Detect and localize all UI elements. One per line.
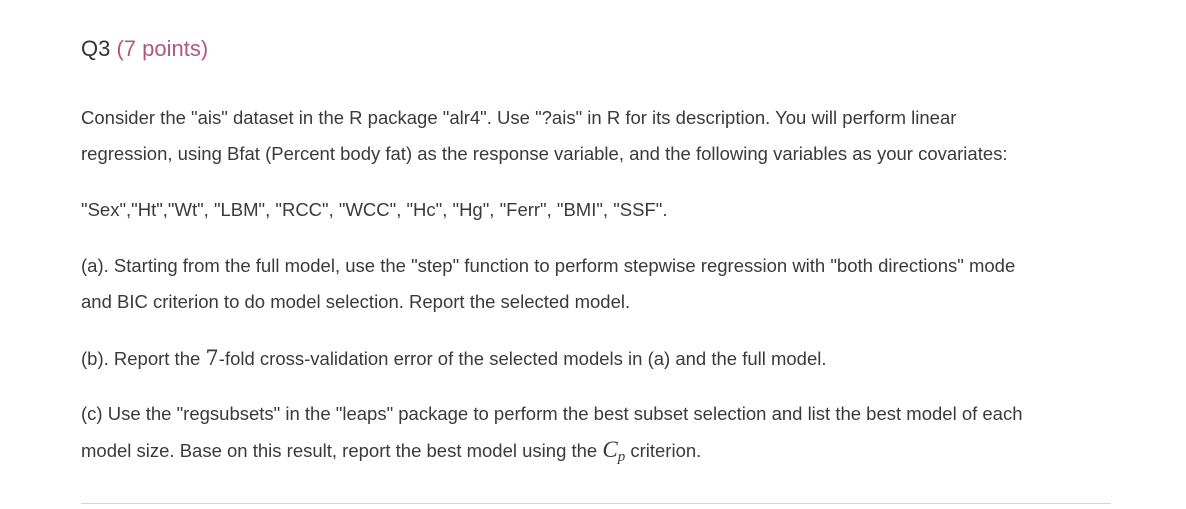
intro-line-1: Consider the "ais" dataset in the R pack… [81,107,957,128]
cp-main: C [602,437,618,462]
fold-count: 7 [205,346,219,370]
part-a-line-1: (a). Starting from the full model, use t… [81,255,1016,276]
question-heading: Q3 (7 points) [81,33,208,65]
intro-paragraph: Consider the "ais" dataset in the R pack… [81,100,1111,172]
cp-symbol: Cp [602,437,625,465]
part-c-line-1: (c) Use the "regsubsets" in the "leaps" … [81,403,1023,424]
part-c-line-2-prefix: model size. Base on this result, report … [81,440,603,461]
part-b-prefix: (b). Report the [81,348,206,369]
part-b-suffix: -fold cross-validation error of the sele… [218,348,827,369]
part-c-line-2: model size. Base on this result, report … [81,432,1111,475]
question-points: (7 points) [116,36,209,61]
part-b-paragraph: (b). Report the 7-fold cross-validation … [81,340,1111,377]
question-number: Q3 [81,36,111,61]
part-a-line-2: and BIC criterion to do model selection.… [81,291,631,312]
part-c-line-2-suffix: criterion. [625,440,702,461]
part-c-paragraph: (c) Use the "regsubsets" in the "leaps" … [81,396,1111,475]
section-divider [81,503,1111,504]
part-a-paragraph: (a). Starting from the full model, use t… [81,248,1111,320]
intro-line-2: regression, using Bfat (Percent body fat… [81,143,1008,164]
covariates-paragraph: "Sex","Ht","Wt", "LBM", "RCC", "WCC", "H… [81,199,668,220]
